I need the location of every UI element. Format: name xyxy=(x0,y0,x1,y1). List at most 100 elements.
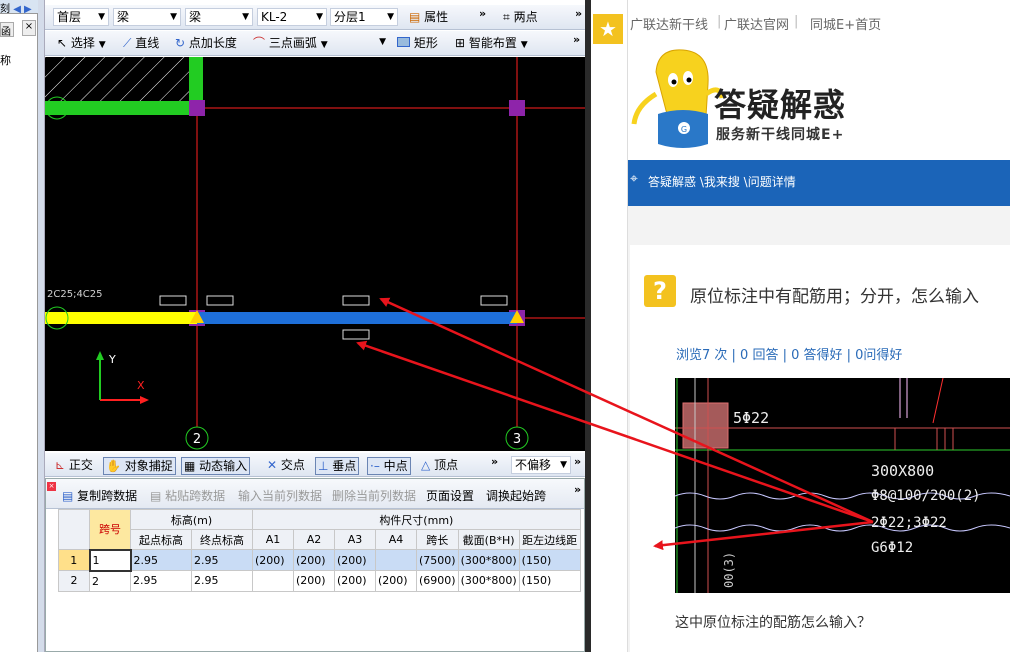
toolbar-overflow-icon[interactable]: » xyxy=(491,455,498,468)
cell-a2[interactable]: (200) xyxy=(293,570,335,592)
annotation-box[interactable] xyxy=(342,295,370,306)
row-number[interactable]: 1 xyxy=(58,549,90,571)
element-select[interactable]: KL-2 ▼ xyxy=(257,8,327,26)
offset-select-value: 不偏移 xyxy=(515,458,552,472)
smart-layout-label: 智能布置 xyxy=(468,36,517,50)
table-row[interactable]: 1 1 2.95 2.95 (200) (200) (200) (7500) (… xyxy=(58,548,581,572)
midpoint-snap[interactable]: ·– 中点 xyxy=(367,457,411,475)
layer-select[interactable]: 分层1 ▼ xyxy=(330,8,398,26)
axis-label-d: D xyxy=(52,101,61,115)
page-setup-button[interactable]: 页面设置 xyxy=(426,487,474,504)
elevation-group-header: 标高(m) xyxy=(130,509,253,530)
cell-left-distance[interactable]: (150) xyxy=(518,570,581,592)
question-stats[interactable]: 浏览7 次 | 0 回答 | 0 答得好 | 0问得好 xyxy=(676,344,902,363)
category-select[interactable]: 梁 ▼ xyxy=(113,8,181,26)
axis-label-2: 2 xyxy=(193,432,201,447)
cad-drawing[interactable]: D 2 3 2C25;4C25 Y X xyxy=(45,57,585,451)
perpendicular-snap[interactable]: ⊥ 垂点 xyxy=(315,457,360,475)
column-header: 终点标高 xyxy=(191,529,253,550)
column[interactable] xyxy=(509,100,525,116)
object-snap-toggle[interactable]: ✋ 对象捕捉 xyxy=(103,457,176,475)
span-number-header: 跨号 xyxy=(89,509,131,550)
annotation-box[interactable] xyxy=(206,295,234,306)
logo-title: 答疑解惑 xyxy=(714,86,847,124)
cell-a2[interactable]: (200) xyxy=(293,549,335,571)
toolbar-overflow-icon[interactable]: » xyxy=(479,7,486,20)
two-points-button[interactable]: ⌗ 两点 xyxy=(503,9,538,25)
ortho-toggle[interactable]: ⊾ 正交 xyxy=(55,457,93,473)
line-tool[interactable]: ⟋ 直线 xyxy=(123,35,159,51)
cell-a4[interactable] xyxy=(375,549,417,571)
toolbar-overflow-icon[interactable]: » xyxy=(574,483,581,496)
table-row[interactable]: 2 2 2.95 2.95 (200) (200) (200) (6900) (… xyxy=(58,570,581,592)
column-header: A3 xyxy=(334,529,376,550)
input-column-button[interactable]: 输入当前列数据 xyxy=(238,487,322,504)
row-number[interactable]: 2 xyxy=(58,570,90,592)
category-select-value: 梁 xyxy=(117,10,130,24)
column-header: 距左边线距 xyxy=(518,529,581,550)
cell-a4[interactable]: (200) xyxy=(375,570,417,592)
nav-link-home[interactable]: 同城E+首页 xyxy=(810,14,881,33)
question-cad-image[interactable]: 5Φ22 300X800 Φ8@100/200(2) 2Φ22;3Φ22 G6Φ… xyxy=(675,378,1010,593)
annotation-box[interactable] xyxy=(342,329,370,340)
toolbar-overflow-icon[interactable]: » xyxy=(574,455,581,468)
paste-span-label: 粘贴跨数据 xyxy=(165,489,226,503)
left-panel-nav[interactable]: ◀ ▶ xyxy=(13,4,32,15)
cad-canvas[interactable]: D 2 3 2C25;4C25 Y X xyxy=(45,57,585,451)
cell-end-elevation[interactable]: 2.95 xyxy=(191,570,253,592)
panel-close-icon[interactable]: × xyxy=(47,482,56,491)
cell-a1[interactable] xyxy=(252,570,294,592)
beam-annotation: 2C25;4C25 xyxy=(47,289,103,300)
type-select[interactable]: 梁 ▼ xyxy=(185,8,253,26)
column[interactable] xyxy=(189,100,205,116)
cell-left-distance[interactable]: (150) xyxy=(518,549,581,571)
annotation-box[interactable] xyxy=(480,295,508,306)
point-length-tool[interactable]: ↻ 点加长度 xyxy=(175,35,237,51)
arc-option-select[interactable]: ▼ xyxy=(333,34,389,52)
splitter[interactable] xyxy=(38,0,45,652)
dropdown-arrow-icon: ▼ xyxy=(520,40,528,50)
cell-a1[interactable]: (200) xyxy=(252,549,294,571)
dynamic-input-toggle[interactable]: ▦ 动态输入 xyxy=(181,457,251,475)
line-icon: ⟋ xyxy=(123,36,132,50)
ucs-y-arrow xyxy=(96,351,104,360)
three-point-arc-tool[interactable]: ⌒ 三点画弧 ▼ xyxy=(253,35,328,51)
cell-a3[interactable]: (200) xyxy=(334,549,376,571)
question-body: 这中原位标注的配筋怎么输入？ xyxy=(675,615,871,631)
cell-a3[interactable]: (200) xyxy=(334,570,376,592)
annotation-box[interactable] xyxy=(159,295,187,306)
favorite-star-icon[interactable]: ★ xyxy=(593,14,623,44)
cell-span-length[interactable]: (7500) xyxy=(416,549,459,571)
floor-select[interactable]: 首层 ▼ xyxy=(53,8,109,26)
beam-blue-kl2[interactable] xyxy=(197,312,517,324)
midpoint-label: 中点 xyxy=(383,459,408,473)
cell-span[interactable]: 1 xyxy=(88,548,132,572)
cell-span-length[interactable]: (6900) xyxy=(416,570,459,592)
nav-link-official[interactable]: 广联达官网 xyxy=(724,14,789,33)
left-panel-close[interactable]: × xyxy=(22,20,36,36)
toolbar-overflow-icon[interactable]: » xyxy=(575,7,582,20)
rectangle-tool[interactable]: 矩形 xyxy=(397,35,438,51)
properties-button[interactable]: ▤ 属性 xyxy=(409,9,448,25)
delete-column-button[interactable]: 删除当前列数据 xyxy=(332,487,416,504)
paste-span-button[interactable]: ▤ 粘贴跨数据 xyxy=(150,487,225,504)
cell-end-elevation[interactable]: 2.95 xyxy=(191,549,253,571)
intersection-snap[interactable]: ✕ 交点 xyxy=(267,457,305,473)
mascot-logo-icon[interactable]: G xyxy=(628,44,728,156)
cell-section[interactable]: (300*800) xyxy=(457,549,520,571)
cell-span[interactable]: 2 xyxy=(89,570,131,592)
column-header: 截面(B*H) xyxy=(457,529,520,550)
smart-layout-tool[interactable]: ⊞ 智能布置 ▼ xyxy=(455,35,528,51)
cell-start-elevation[interactable]: 2.95 xyxy=(130,549,192,571)
cell-start-elevation[interactable]: 2.95 xyxy=(130,570,192,592)
breadcrumb[interactable]: 答疑解惑 \我来搜 \问题详情 xyxy=(648,173,796,190)
toolbar-overflow-icon[interactable]: » xyxy=(573,33,580,46)
offset-select[interactable]: 不偏移 ▼ xyxy=(511,456,571,474)
copy-span-button[interactable]: ▤ 复制跨数据 xyxy=(62,487,137,504)
vertex-snap[interactable]: △ 顶点 xyxy=(421,457,458,473)
nav-link-xingan[interactable]: 广联达新干线 xyxy=(630,14,708,33)
left-panel-box[interactable]: 函 xyxy=(0,22,14,38)
select-tool[interactable]: ↖ 选择 ▼ xyxy=(57,35,106,51)
cell-section[interactable]: (300*800) xyxy=(457,570,520,592)
swap-start-span-button[interactable]: 调换起始跨 xyxy=(486,487,546,504)
